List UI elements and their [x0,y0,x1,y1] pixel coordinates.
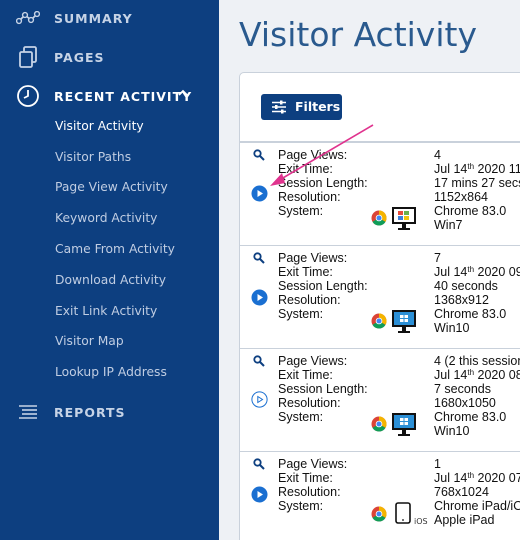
label-page-views: Page Views: [278,354,348,368]
value-page-views: 1 [434,457,441,471]
value-browser: Chrome 83.0 [434,204,507,218]
value-resolution: 768x1024 [434,485,489,499]
sub-visitor-activity[interactable]: Visitor Activity [55,119,144,133]
label-system: System: [278,410,324,424]
session-row: Page Views: Exit Time: Session Length: R… [240,245,520,348]
label-exit-time: Exit Time: [278,265,333,279]
chrome-icon [371,506,387,522]
exit-time-date: Jul 14 [434,368,468,382]
sub-visitor-map[interactable]: Visitor Map [55,334,124,348]
label-system: System: [278,204,324,218]
exit-time-date: Jul 14 [434,471,468,485]
session-row: Page Views: Exit Time: Session Length: R… [240,142,520,245]
clock-icon [16,84,40,108]
value-exit-time: Jul 14th 2020 09 [434,265,520,279]
label-session-length: Session Length: [278,382,368,396]
play-icon[interactable] [251,185,268,202]
sidebar: SUMMARY PAGES RECENT ACTIVITY Visitor Ac… [0,0,219,540]
sliders-icon [272,100,286,114]
value-exit-time: Jul 14th 2020 11 [434,162,520,176]
value-os: Win7 [434,218,463,232]
label-resolution: Resolution: [278,396,341,410]
value-page-views: 4 [434,148,441,162]
search-icon[interactable] [253,458,265,470]
search-icon[interactable] [253,149,265,161]
sub-keyword-activity[interactable]: Keyword Activity [55,211,157,225]
summary-icon [16,6,40,30]
visitor-activity-panel: Filters Page Views: Exit Time: Session L… [239,72,520,540]
label-system: System: [278,307,324,321]
value-page-views: 4 (2 this session [434,354,520,368]
label-exit-time: Exit Time: [278,368,333,382]
nav-reports[interactable]: REPORTS [0,397,219,427]
nav-recent-activity-label: RECENT ACTIVITY [54,88,193,104]
label-resolution: Resolution: [278,190,341,204]
pages-icon [16,45,40,69]
label-page-views: Page Views: [278,457,348,471]
sub-came-from-activity[interactable]: Came From Activity [55,242,175,256]
value-exit-time: Jul 14th 2020 08 [434,368,520,382]
nav-pages-label: PAGES [54,49,105,65]
value-session-length: 40 seconds [434,279,498,293]
exit-time-rest: 2020 09 [474,265,520,279]
filters-label: Filters [295,99,341,114]
label-resolution: Resolution: [278,485,341,499]
monitor-win10-icon [392,310,416,333]
value-os: Win10 [434,321,470,335]
value-session-length: 7 seconds [434,382,491,396]
exit-time-rest: 2020 08 [474,368,520,382]
nav-summary-label: SUMMARY [54,10,133,26]
ipad-icon [395,502,411,524]
value-resolution: 1368x912 [434,293,489,307]
session-row: Page Views: Exit Time: Resolution: Syste… [240,451,520,540]
nav-pages[interactable]: PAGES [0,42,219,72]
label-system: System: [278,499,324,513]
exit-time-date: Jul 14 [434,162,468,176]
sub-page-view-activity[interactable]: Page View Activity [55,180,168,194]
value-session-length: 17 mins 27 secs [434,176,520,190]
sub-lookup-ip-address[interactable]: Lookup IP Address [55,365,167,379]
ios-label: iOS [414,517,428,526]
label-exit-time: Exit Time: [278,162,333,176]
value-browser: Chrome 83.0 [434,307,507,321]
label-page-views: Page Views: [278,148,348,162]
play-icon[interactable] [251,486,268,503]
value-exit-time: Jul 14th 2020 07 [434,471,520,485]
label-session-length: Session Length: [278,176,368,190]
play-icon[interactable] [251,289,268,306]
nav-recent-activity[interactable]: RECENT ACTIVITY [0,81,219,111]
label-page-views: Page Views: [278,251,348,265]
value-os: Apple iPad [434,513,495,527]
chrome-icon [371,416,387,432]
nav-reports-label: REPORTS [54,404,126,420]
exit-time-rest: 2020 07 [474,471,520,485]
value-os: Win10 [434,424,470,438]
value-browser: Chrome 83.0 [434,410,507,424]
page-title: Visitor Activity [239,15,477,54]
monitor-win10-icon [392,413,416,436]
nav-summary[interactable]: SUMMARY [0,3,219,33]
value-resolution: 1680x1050 [434,396,496,410]
chrome-icon [371,210,387,226]
value-page-views: 7 [434,251,441,265]
value-resolution: 1152x864 [434,190,488,204]
value-browser: Chrome iPad/iO [434,499,520,513]
filters-button[interactable]: Filters [261,94,342,120]
search-icon[interactable] [253,355,265,367]
sub-download-activity[interactable]: Download Activity [55,273,166,287]
reports-list-icon [16,400,40,424]
label-session-length: Session Length: [278,279,368,293]
label-exit-time: Exit Time: [278,471,333,485]
exit-time-date: Jul 14 [434,265,468,279]
label-resolution: Resolution: [278,293,341,307]
exit-time-rest: 2020 11 [474,162,520,176]
session-row: Page Views: Exit Time: Session Length: R… [240,348,520,451]
sub-visitor-paths[interactable]: Visitor Paths [55,150,131,164]
sub-exit-link-activity[interactable]: Exit Link Activity [55,304,157,318]
monitor-win7-icon [392,207,416,230]
chevron-up-icon [178,89,188,96]
play-outline-icon[interactable] [251,391,268,408]
search-icon[interactable] [253,252,265,264]
chrome-icon [371,313,387,329]
